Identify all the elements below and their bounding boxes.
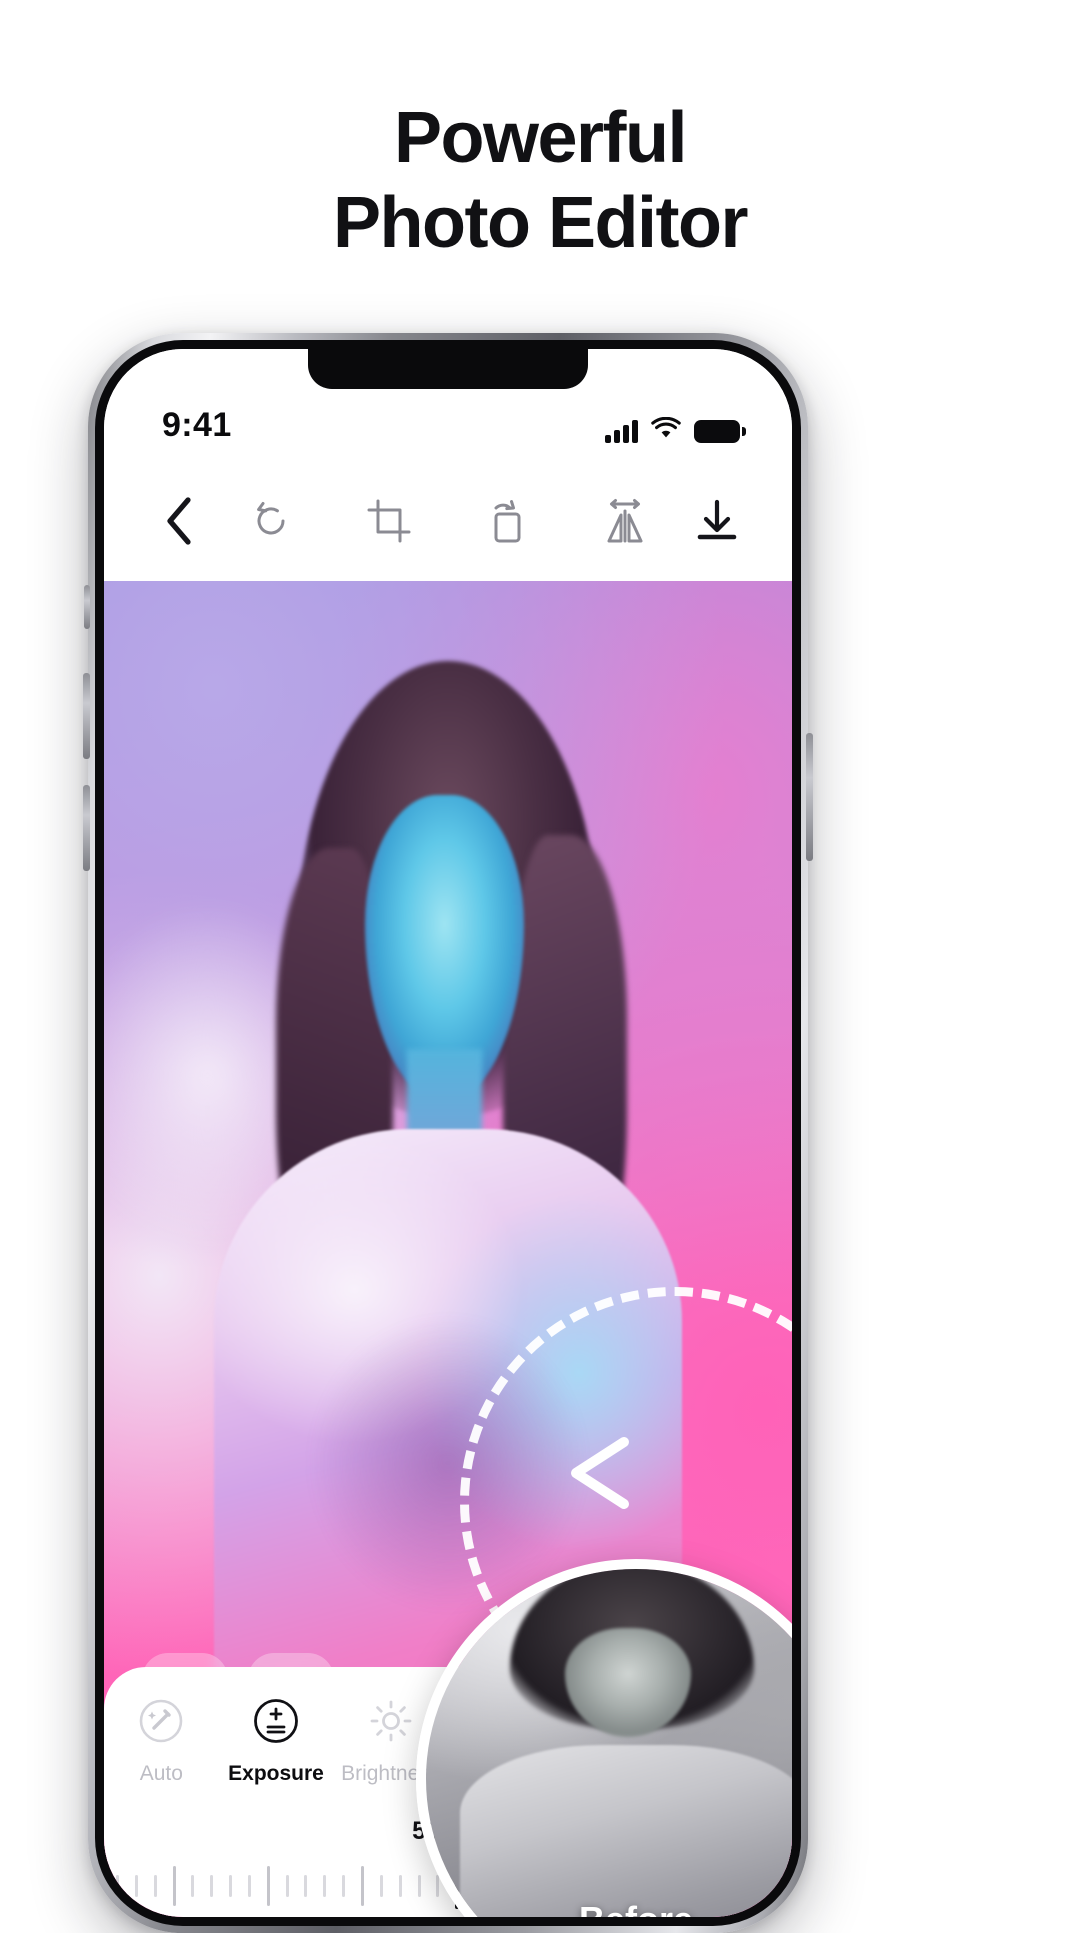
arrow-left-icon <box>560 1434 644 1517</box>
status-bar-time: 9:41 <box>162 406 232 444</box>
power-button[interactable] <box>806 733 813 861</box>
phone-mockup: 9:41 Auto Exposure Brightness <box>83 333 813 1933</box>
volume-up-button[interactable] <box>83 673 90 759</box>
signal-bars-icon <box>605 419 638 443</box>
status-bar-icons <box>605 416 746 445</box>
adjust-tool-label: Exposure <box>228 1762 324 1785</box>
chevron-left-icon[interactable] <box>148 490 210 552</box>
page-title: Powerful Photo Editor <box>0 96 1080 266</box>
flip-horizontal-icon[interactable] <box>594 490 656 552</box>
page-title-line-1: Powerful <box>393 98 688 178</box>
adjust-tool-auto[interactable]: Auto <box>104 1693 219 1786</box>
brightness-icon <box>363 1693 419 1749</box>
rotate-right-icon[interactable] <box>476 490 538 552</box>
notch <box>308 349 588 389</box>
crop-icon[interactable] <box>358 490 420 552</box>
original-photo <box>426 1569 792 1917</box>
page-title-line-2: Photo Editor <box>333 182 748 263</box>
editor-toolbar <box>104 461 792 581</box>
silent-switch[interactable] <box>84 585 90 629</box>
before-label: Before <box>426 1899 792 1917</box>
download-icon[interactable] <box>686 490 748 552</box>
before-preview-bubble[interactable]: Before <box>416 1559 792 1917</box>
battery-full-icon <box>694 419 746 443</box>
adjust-tool-exposure[interactable]: Exposure <box>219 1693 334 1786</box>
wifi-icon <box>651 416 681 445</box>
photo-canvas[interactable]: Before Auto <box>104 581 792 1917</box>
magic-wand-icon <box>133 1693 189 1749</box>
rotate-counterclockwise-icon[interactable] <box>240 490 302 552</box>
volume-down-button[interactable] <box>83 785 90 871</box>
phone-screen: 9:41 Auto Exposure Brightness <box>104 349 792 1917</box>
exposure-icon <box>248 1693 304 1749</box>
adjust-tool-label: Auto <box>139 1762 183 1785</box>
